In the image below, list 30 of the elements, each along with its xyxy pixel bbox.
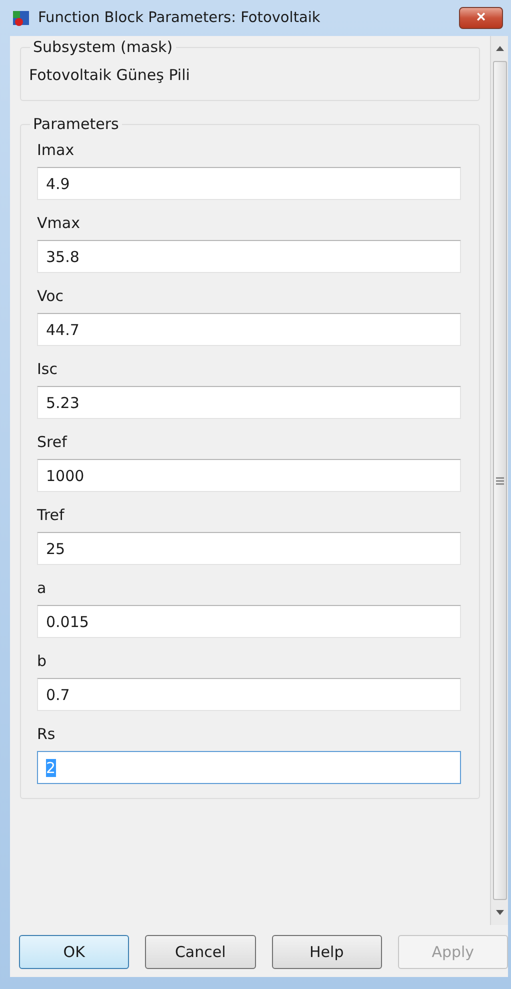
parameter-field[interactable]: 44.7 [37,313,461,346]
app-icon [12,9,30,27]
parameter-field[interactable]: 0.015 [37,605,461,638]
scroll-down-icon[interactable] [496,910,504,915]
parameter-label: Vmax [37,214,81,232]
close-button[interactable]: × [459,7,503,29]
dialog-button[interactable]: Help [272,935,382,969]
scrollbar[interactable] [490,36,508,925]
scroll-thumb[interactable] [492,61,506,900]
parameter-field[interactable]: 4.9 [37,167,461,200]
parameter-field[interactable]: 35.8 [37,240,461,273]
parameter-label: Sref [37,433,68,451]
parameter-field[interactable]: 0.7 [37,678,461,711]
parameter-label: b [37,652,48,670]
parameter-field[interactable]: 25 [37,532,461,565]
parameter-label: Voc [37,287,65,305]
window-title: Function Block Parameters: Fotovoltaik [38,10,322,26]
parameter-label: Rs [37,725,56,743]
parameter-label: Tref [37,506,66,524]
group-heading: Subsystem (mask) [30,38,176,56]
parameter-field[interactable]: 5.23 [37,386,461,419]
parameter-label: Imax [37,141,76,159]
mask-description: Fotovoltaik Güneş Pili [29,65,191,86]
parameter-field[interactable]: 1000 [37,459,461,492]
grip-icon [496,476,504,484]
parameter-label: Isc [37,360,58,378]
dialog-button[interactable]: Cancel [145,935,256,969]
parameter-label: a [37,579,48,597]
scroll-up-icon[interactable] [496,46,504,51]
dialog-button[interactable]: OK [19,935,130,969]
